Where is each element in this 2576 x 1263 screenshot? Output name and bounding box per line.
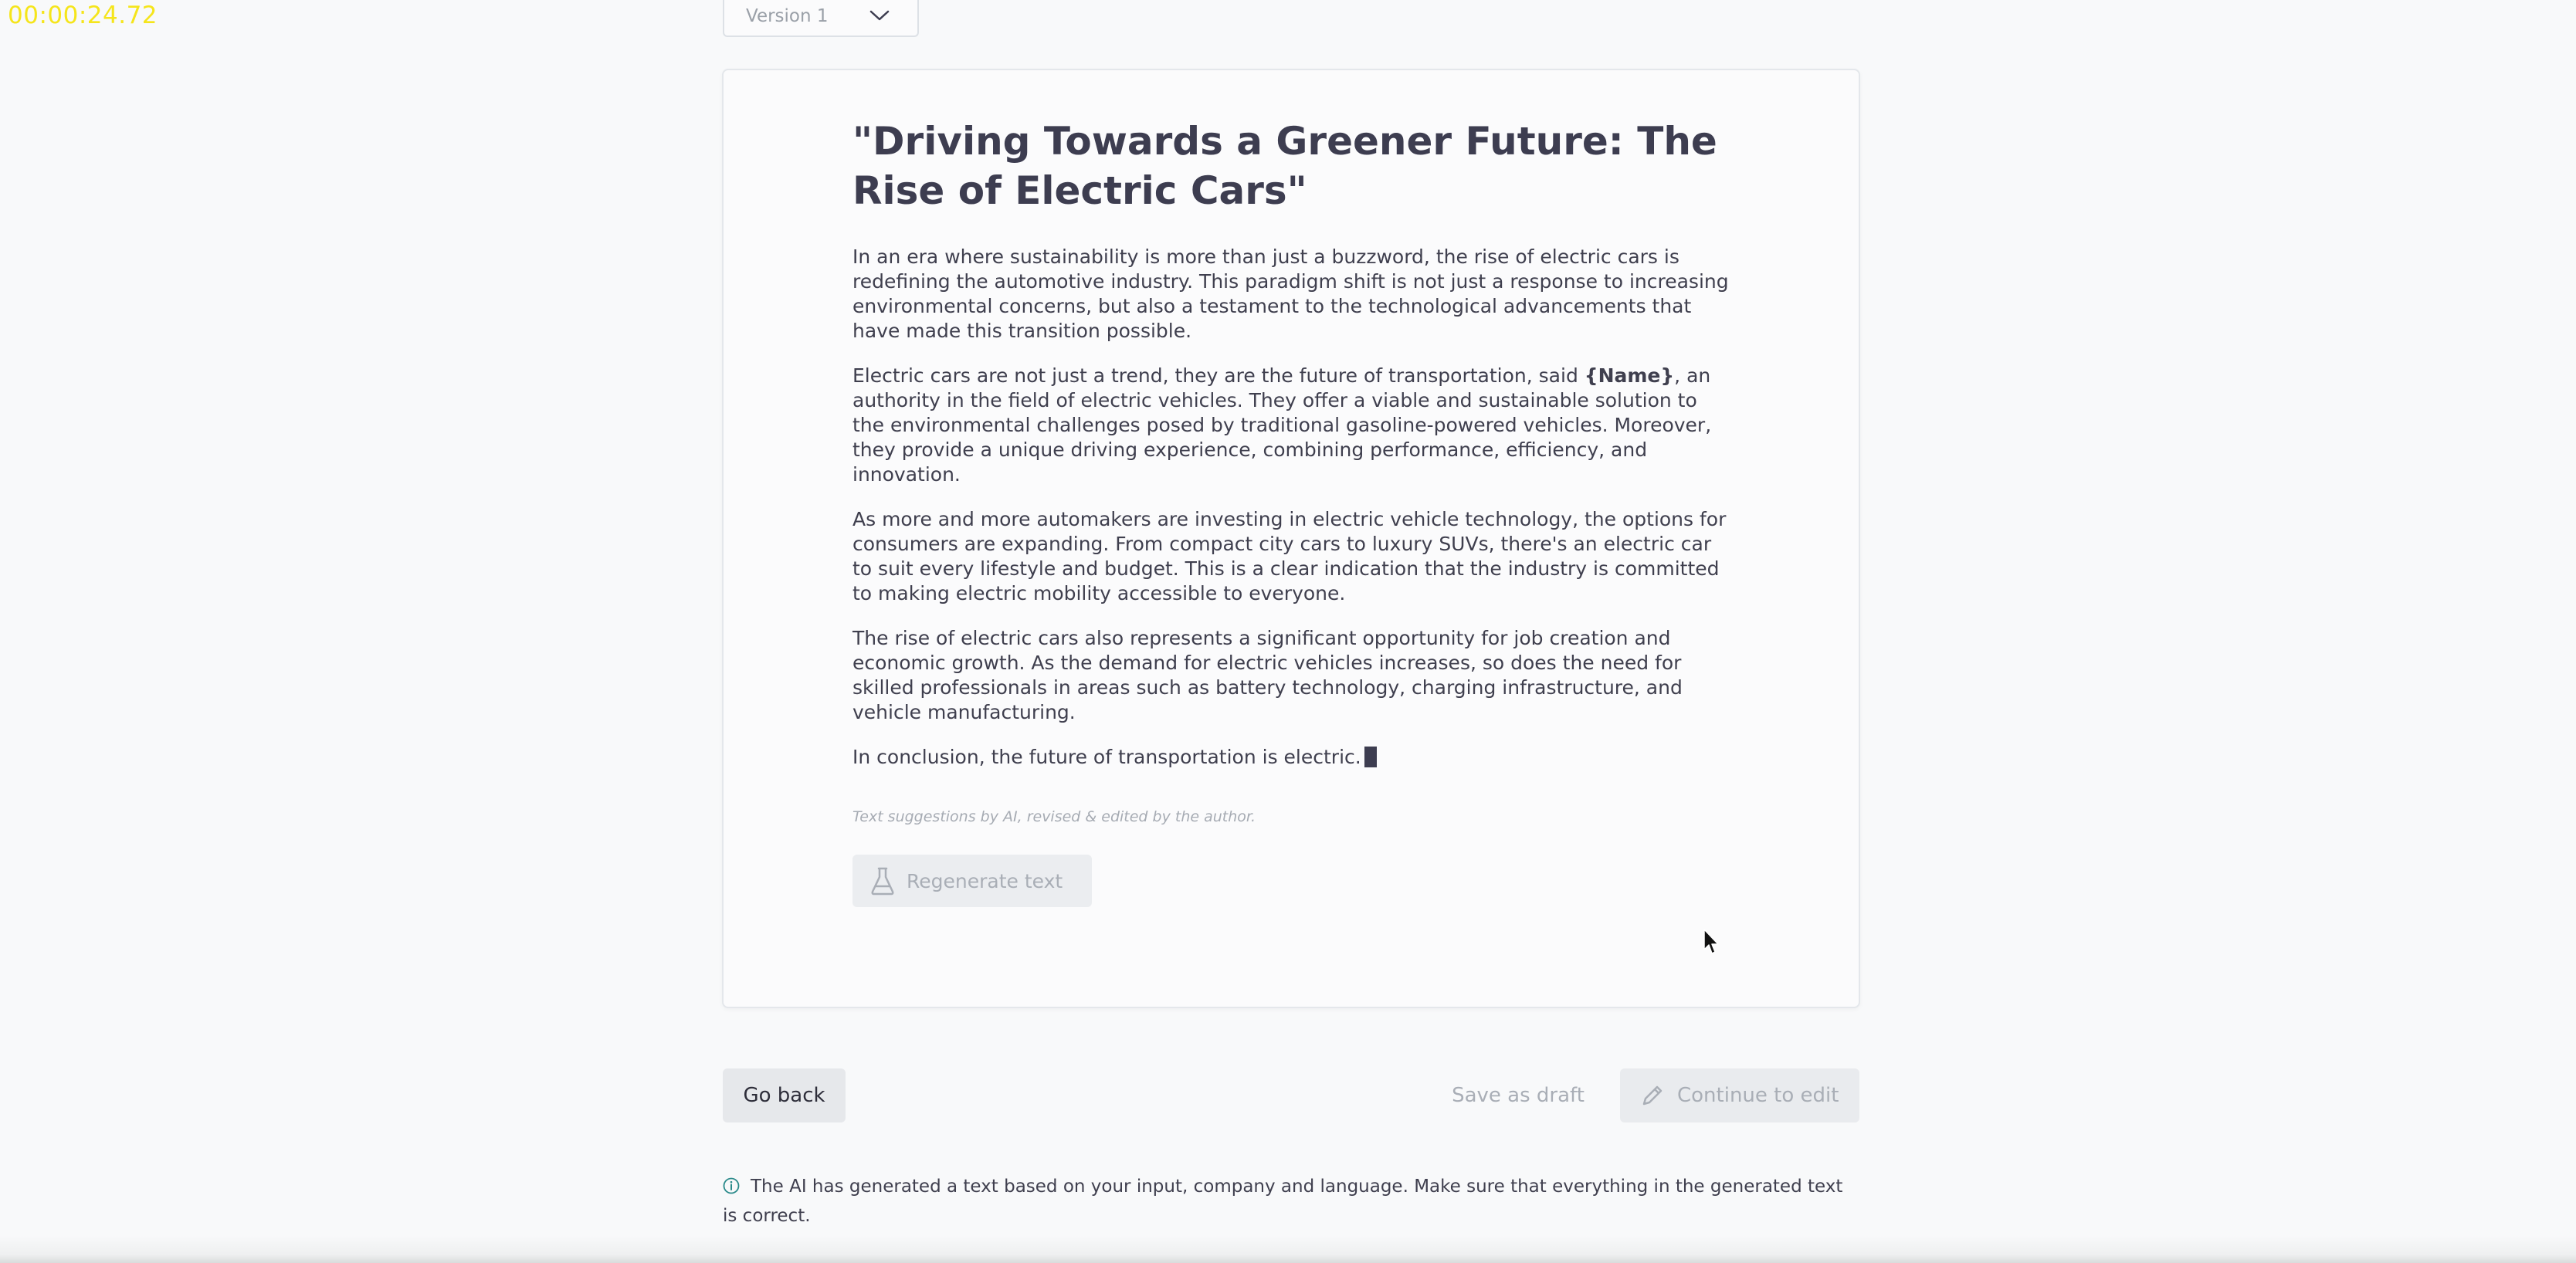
- paragraph-text: Electric cars are not just a trend, they…: [852, 364, 1585, 387]
- mouse-pointer-icon: [1703, 929, 1719, 954]
- info-circle-icon: [723, 1177, 740, 1194]
- article-title: "Driving Towards a Greener Future: The R…: [852, 119, 1717, 213]
- article-paragraph: In conclusion, the future of transportat…: [852, 745, 1733, 770]
- ai-disclaimer: Text suggestions by AI, revised & edited…: [852, 808, 1256, 825]
- regenerate-text-button[interactable]: Regenerate text: [852, 855, 1092, 907]
- article-paragraph: In an era where sustainability is more t…: [852, 245, 1729, 342]
- continue-to-edit-button[interactable]: Continue to edit: [1620, 1068, 1859, 1122]
- text-cursor: [1364, 747, 1377, 767]
- article-content: "Driving Towards a Greener Future: The R…: [852, 117, 1733, 907]
- flask-icon: [871, 867, 894, 896]
- ai-info-notice: The AI has generated a text based on you…: [723, 1172, 1861, 1231]
- regenerate-text-label: Regenerate text: [907, 869, 1063, 892]
- recording-timer: 00:00:24.72: [8, 2, 158, 29]
- go-back-button[interactable]: Go back: [723, 1068, 846, 1122]
- pencil-icon: [1642, 1085, 1663, 1106]
- generated-text-card: "Driving Towards a Greener Future: The R…: [722, 69, 1860, 1008]
- article-paragraph: As more and more automakers are investin…: [852, 508, 1727, 604]
- save-as-draft-button[interactable]: Save as draft: [1441, 1068, 1595, 1122]
- version-select-value: Version 1: [746, 6, 829, 26]
- bottom-shadow: [0, 1235, 2576, 1263]
- article-paragraph: Electric cars are not just a trend, they…: [852, 364, 1733, 487]
- name-placeholder: {Name}: [1584, 364, 1675, 387]
- ai-info-message: The AI has generated a text based on you…: [723, 1177, 1843, 1226]
- paragraph-text: In conclusion, the future of transportat…: [852, 746, 1361, 768]
- article-paragraph: The rise of electric cars also represent…: [852, 627, 1683, 723]
- continue-to-edit-label: Continue to edit: [1677, 1084, 1839, 1107]
- version-select[interactable]: Version 1: [723, 0, 919, 37]
- chevron-down-icon: [869, 10, 890, 21]
